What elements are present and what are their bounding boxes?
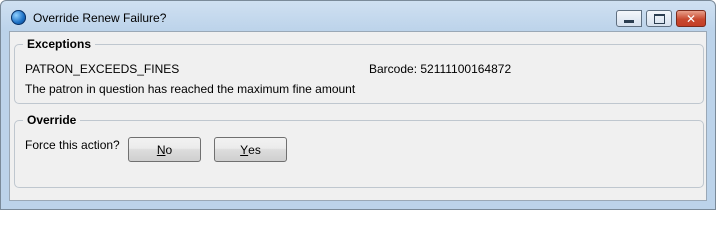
no-button-label: o [165, 142, 173, 157]
dialog-window: Override Renew Failure? ✕ Exceptions PAT… [0, 0, 716, 210]
minimize-button[interactable] [616, 10, 642, 27]
override-group: Override Force this action? No Yes [14, 113, 704, 188]
exception-message: The patron in question has reached the m… [25, 82, 356, 96]
dialog-body: Exceptions PATRON_EXCEEDS_FINES Barcode:… [9, 31, 707, 201]
yes-button[interactable]: Yes [214, 137, 287, 162]
window-title: Override Renew Failure? [33, 11, 167, 25]
close-icon: ✕ [685, 11, 697, 26]
globe-icon [11, 10, 26, 25]
no-button-mnemonic: N [156, 142, 166, 157]
yes-button-mnemonic: Y [240, 142, 249, 157]
minimize-icon [624, 20, 634, 23]
yes-button-label: es [248, 142, 261, 157]
barcode-label: Barcode: 52111100164872 [369, 62, 512, 76]
override-legend: Override [23, 113, 81, 127]
maximize-icon [653, 13, 665, 24]
title-bar[interactable]: Override Renew Failure? ✕ [1, 1, 715, 31]
exception-code: PATRON_EXCEEDS_FINES [25, 62, 180, 76]
close-button[interactable]: ✕ [676, 10, 706, 27]
force-action-prompt: Force this action? [25, 138, 120, 152]
exceptions-group: Exceptions PATRON_EXCEEDS_FINES Barcode:… [14, 37, 704, 104]
no-button[interactable]: No [128, 137, 201, 162]
exceptions-legend: Exceptions [23, 37, 96, 51]
maximize-button[interactable] [646, 10, 672, 27]
